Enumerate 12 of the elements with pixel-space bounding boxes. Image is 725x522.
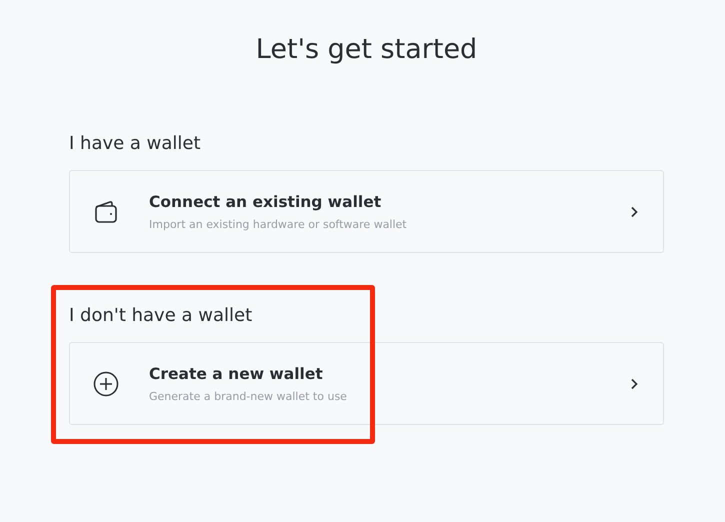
section-heading: I don't have a wallet: [69, 305, 252, 326]
wallet-option-card[interactable]: Create a new wallet Generate a brand-new wallet to use: [69, 342, 664, 425]
option-description: Import an existing hardware or software wallet: [149, 218, 407, 230]
option-title: Create a new wallet: [149, 364, 323, 382]
chevron-right-icon: [629, 206, 639, 218]
plus-circle-icon: [92, 370, 120, 398]
section-heading: I have a wallet: [69, 133, 201, 154]
wallet-option-card[interactable]: Connect an existing wallet Import an existing hardware or software wallet: [69, 170, 664, 253]
option-title: Connect an existing wallet: [149, 192, 382, 210]
page-title: Let's get started: [256, 34, 478, 65]
option-description: Generate a brand-new wallet to use: [149, 390, 347, 402]
chevron-right-icon: [629, 378, 639, 390]
